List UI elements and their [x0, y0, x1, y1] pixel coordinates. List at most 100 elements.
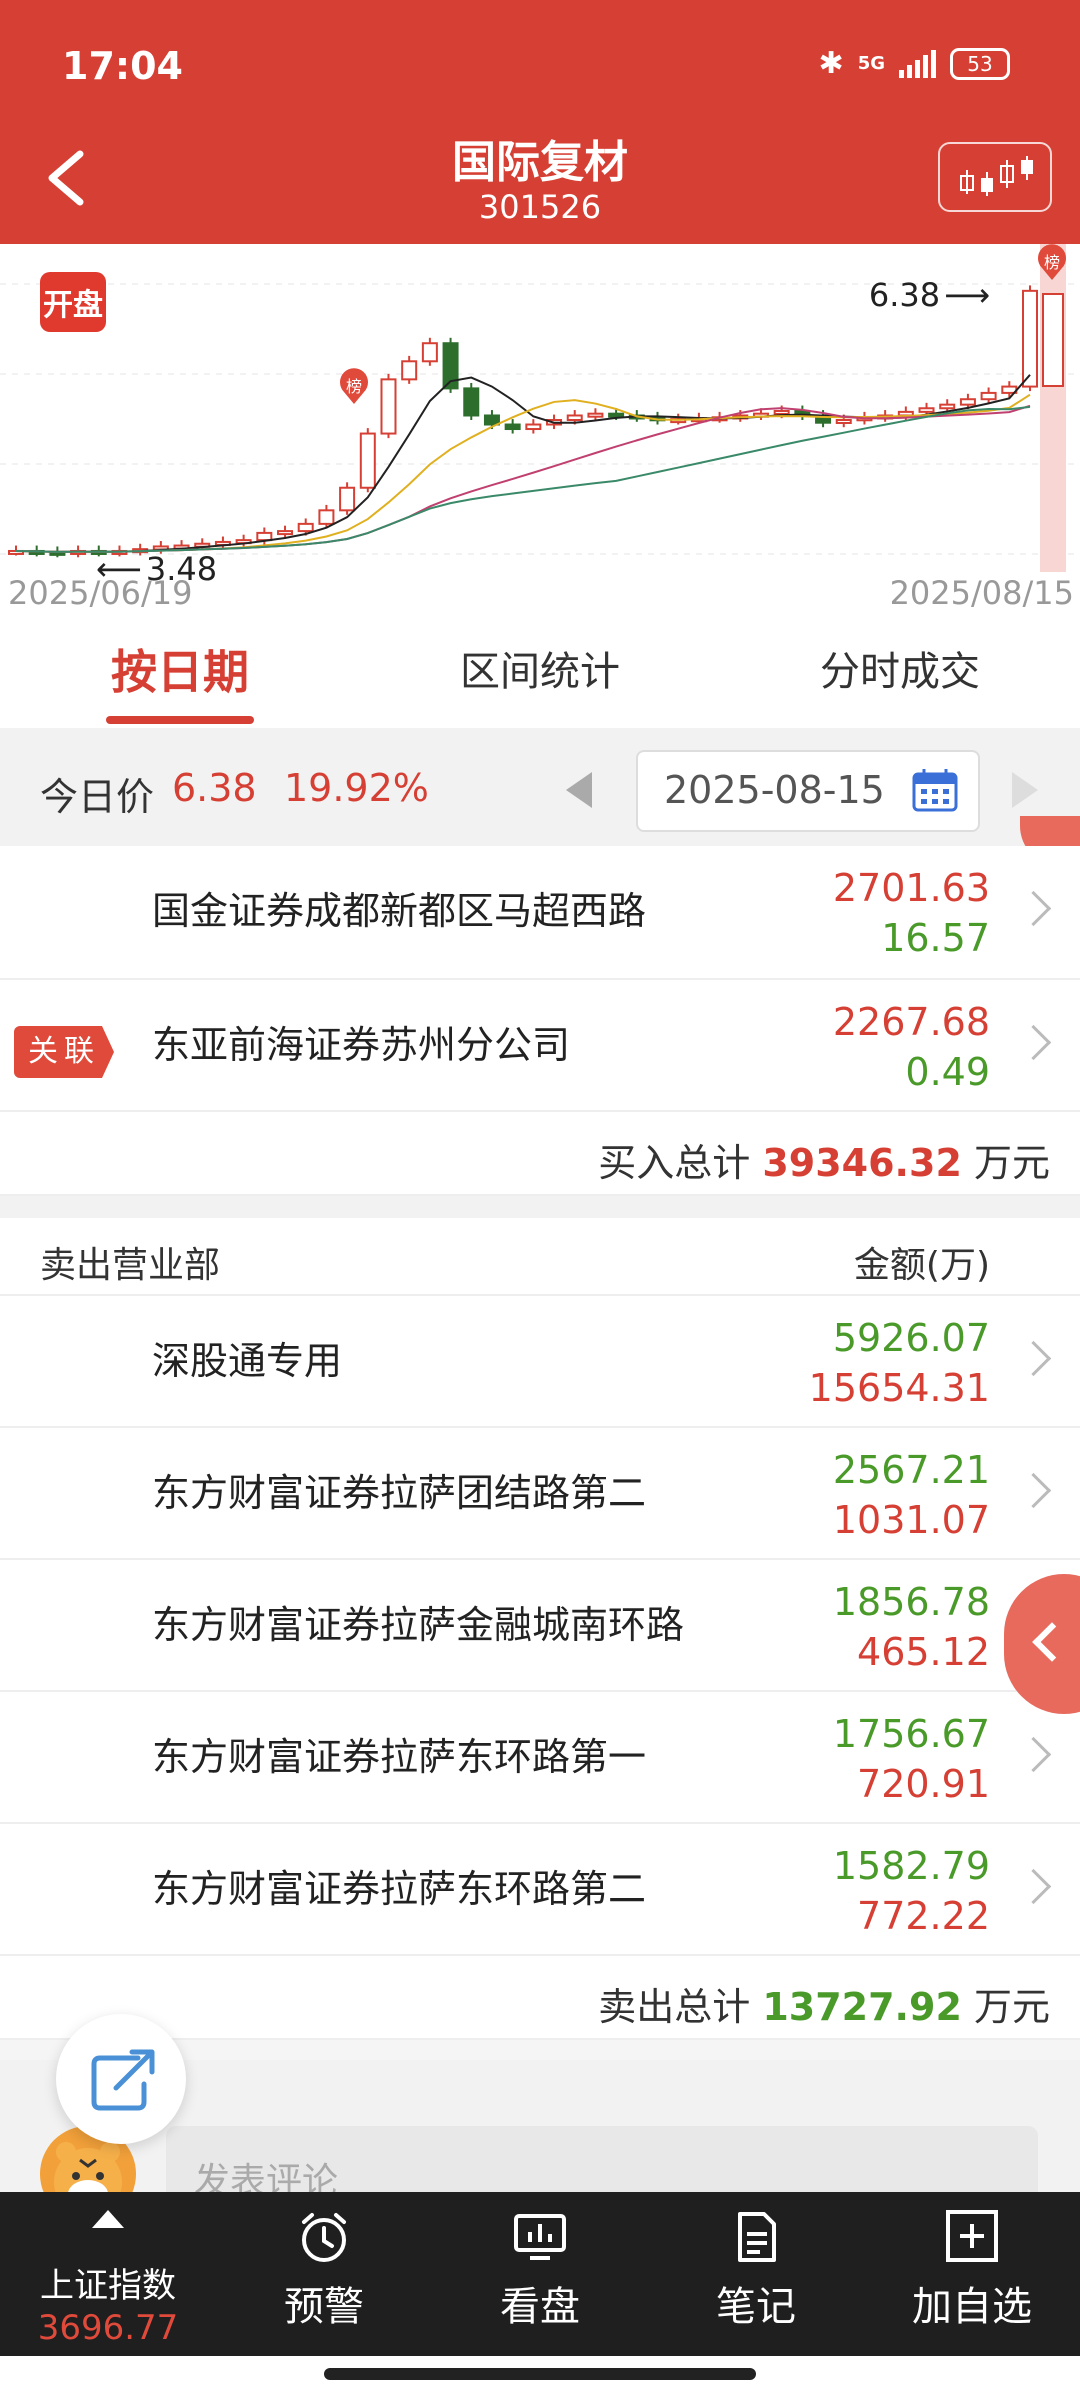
sell-amount: 0.49: [905, 1050, 990, 1094]
today-change-percent: 19.92%: [284, 766, 429, 810]
sell-amount: 16.57: [881, 916, 990, 960]
candle-body: [483, 414, 500, 426]
buy-row[interactable]: 国金证券成都新都区马超西路 2701.63 16.57: [0, 846, 1080, 980]
sell-amount: 1031.07: [832, 1498, 990, 1542]
chart-end-date: 2025/08/15: [889, 574, 1074, 612]
candle-body: [277, 530, 294, 536]
prev-date-button[interactable]: [566, 772, 592, 808]
tab-intraday-trades[interactable]: 分时成交: [720, 616, 1080, 728]
moving-average-line: [15, 404, 1031, 553]
sell-row[interactable]: 东方财富证券拉萨东环路第一 1756.67 720.91: [0, 1692, 1080, 1824]
network-label: 5G: [857, 53, 885, 74]
candle-body: [401, 360, 418, 381]
nav-watch[interactable]: 看盘: [432, 2192, 648, 2356]
stock-name: 国际复材: [452, 137, 628, 188]
nav-alert[interactable]: 预警: [216, 2192, 432, 2356]
kaipan-badge[interactable]: 开盘: [40, 272, 106, 332]
triangle-up-icon: [92, 2210, 124, 2228]
buy-row[interactable]: 关联 东亚前海证券苏州分公司 2267.68 0.49: [0, 980, 1080, 1112]
bluetooth-icon: ✱: [818, 46, 844, 81]
candle-body: [256, 531, 273, 542]
buy-amount: 1756.67: [832, 1712, 990, 1756]
svg-text:榜: 榜: [346, 377, 362, 396]
candle-body: [504, 423, 521, 431]
candle-body: [339, 486, 356, 512]
candle-body: [359, 432, 376, 489]
sell-row[interactable]: 东方财富证券拉萨团结路第二 2567.21 1031.07: [0, 1428, 1080, 1560]
candle-body: [421, 342, 438, 363]
sell-row[interactable]: 深股通专用 5926.07 15654.31: [0, 1296, 1080, 1428]
buy-amount: 1582.79: [832, 1844, 990, 1888]
buy-amount: 2267.68: [832, 1000, 990, 1044]
date-picker[interactable]: 2025-08-15: [636, 750, 980, 832]
buy-total-value: 39346.32: [762, 1141, 962, 1185]
chevron-right-icon: [1015, 1340, 1052, 1377]
nav-notes-label: 笔记: [716, 2284, 796, 2330]
selected-date: 2025-08-15: [664, 768, 885, 812]
chevron-right-icon: [1015, 1868, 1052, 1905]
share-button[interactable]: [56, 2014, 186, 2144]
candle-body: [525, 423, 542, 431]
chevron-left-icon: [1032, 1622, 1072, 1662]
home-indicator: [324, 2368, 756, 2380]
sell-total-value: 13727.92: [762, 1985, 962, 2029]
nav-watch-label: 看盘: [500, 2284, 580, 2330]
note-icon: [738, 2212, 776, 2262]
candle-body: [939, 403, 956, 410]
buy-amount: 2567.21: [832, 1448, 990, 1492]
index-name: 上证指数: [40, 2266, 176, 2306]
alarm-clock-icon: [302, 2213, 346, 2262]
kline-button[interactable]: [938, 142, 1052, 212]
tab-by-date[interactable]: 按日期: [0, 616, 360, 728]
candle-body: [566, 414, 583, 422]
home-bar: [0, 2356, 1080, 2400]
candle-body: [1022, 289, 1038, 388]
candle-body: [318, 509, 335, 525]
broker-name: 深股通专用: [152, 1339, 343, 1383]
rank-marker[interactable]: 榜: [340, 368, 369, 404]
signal-icon: [899, 49, 936, 78]
today-price-label: 今日价: [40, 775, 155, 819]
sell-amount: 15654.31: [808, 1366, 990, 1410]
sell-total-unit: 万元: [973, 1985, 1050, 2029]
section-gap: [0, 1196, 1080, 1218]
moving-average-line: [15, 405, 1031, 553]
dragon-tiger-list: 国金证券成都新都区马超西路 2701.63 16.57 关联 东亚前海证券苏州分…: [0, 846, 1080, 2040]
battery-icon: 53: [950, 47, 1010, 80]
broker-name: 东方财富证券拉萨东环路第二: [152, 1867, 647, 1911]
sell-row[interactable]: 东方财富证券拉萨东环路第二 1582.79 772.22: [0, 1824, 1080, 1956]
app-header: 17:04 ✱ 5G 53 国际复材 301526: [0, 0, 1080, 244]
sell-row[interactable]: 东方财富证券拉萨金融城南环路 1856.78 465.12: [0, 1560, 1080, 1692]
tab-range-stats[interactable]: 区间统计: [360, 616, 720, 728]
nav-add-watchlist[interactable]: 加自选: [864, 2192, 1080, 2356]
candlestick-icon: [960, 156, 1033, 196]
buy-total-text: 买入总计 39346.32 万元: [598, 1132, 1050, 1187]
sell-total-text: 卖出总计 13727.92 万元: [598, 1976, 1050, 2031]
candle-body: [1042, 293, 1064, 387]
broker-name: 东方财富证券拉萨金融城南环路: [152, 1603, 685, 1647]
moving-average-line: [15, 374, 1031, 553]
high-price-label: 6.38 ⟶: [868, 276, 990, 314]
nav-add-watchlist-label: 加自选: [912, 2284, 1032, 2330]
broker-name: 东亚前海证券苏州分公司: [152, 1023, 571, 1067]
broker-name: 国金证券成都新都区马超西路: [152, 889, 647, 933]
next-date-button[interactable]: [1012, 772, 1038, 808]
sell-amount: 465.12: [857, 1630, 990, 1674]
svg-text:榜: 榜: [1044, 253, 1060, 272]
candle-body: [380, 378, 397, 435]
buy-amount: 5926.07: [832, 1316, 990, 1360]
nav-notes[interactable]: 笔记: [648, 2192, 864, 2356]
chevron-right-icon: [1015, 1024, 1052, 1061]
nav-index-quote[interactable]: 上证指数 3696.77: [0, 2192, 216, 2356]
plus-box-icon: [946, 2210, 998, 2262]
kline-chart[interactable]: 榜榜 开盘 6.38 ⟶ ⟵ 3.48 2025/06/19 2025/08/15: [0, 244, 1080, 616]
sell-section-title: 卖出营业部: [40, 1245, 221, 1286]
candle-body: [608, 412, 625, 418]
today-price-value: 6.38: [172, 766, 257, 810]
tab-bar: 按日期 区间统计 分时成交: [0, 616, 1080, 729]
monitor-chart-icon: [514, 2214, 566, 2260]
stock-code: 301526: [478, 188, 602, 226]
battery-level: 53: [967, 51, 993, 76]
broker-name: 东方财富证券拉萨团结路第二: [152, 1471, 647, 1515]
candle-body: [773, 409, 790, 415]
